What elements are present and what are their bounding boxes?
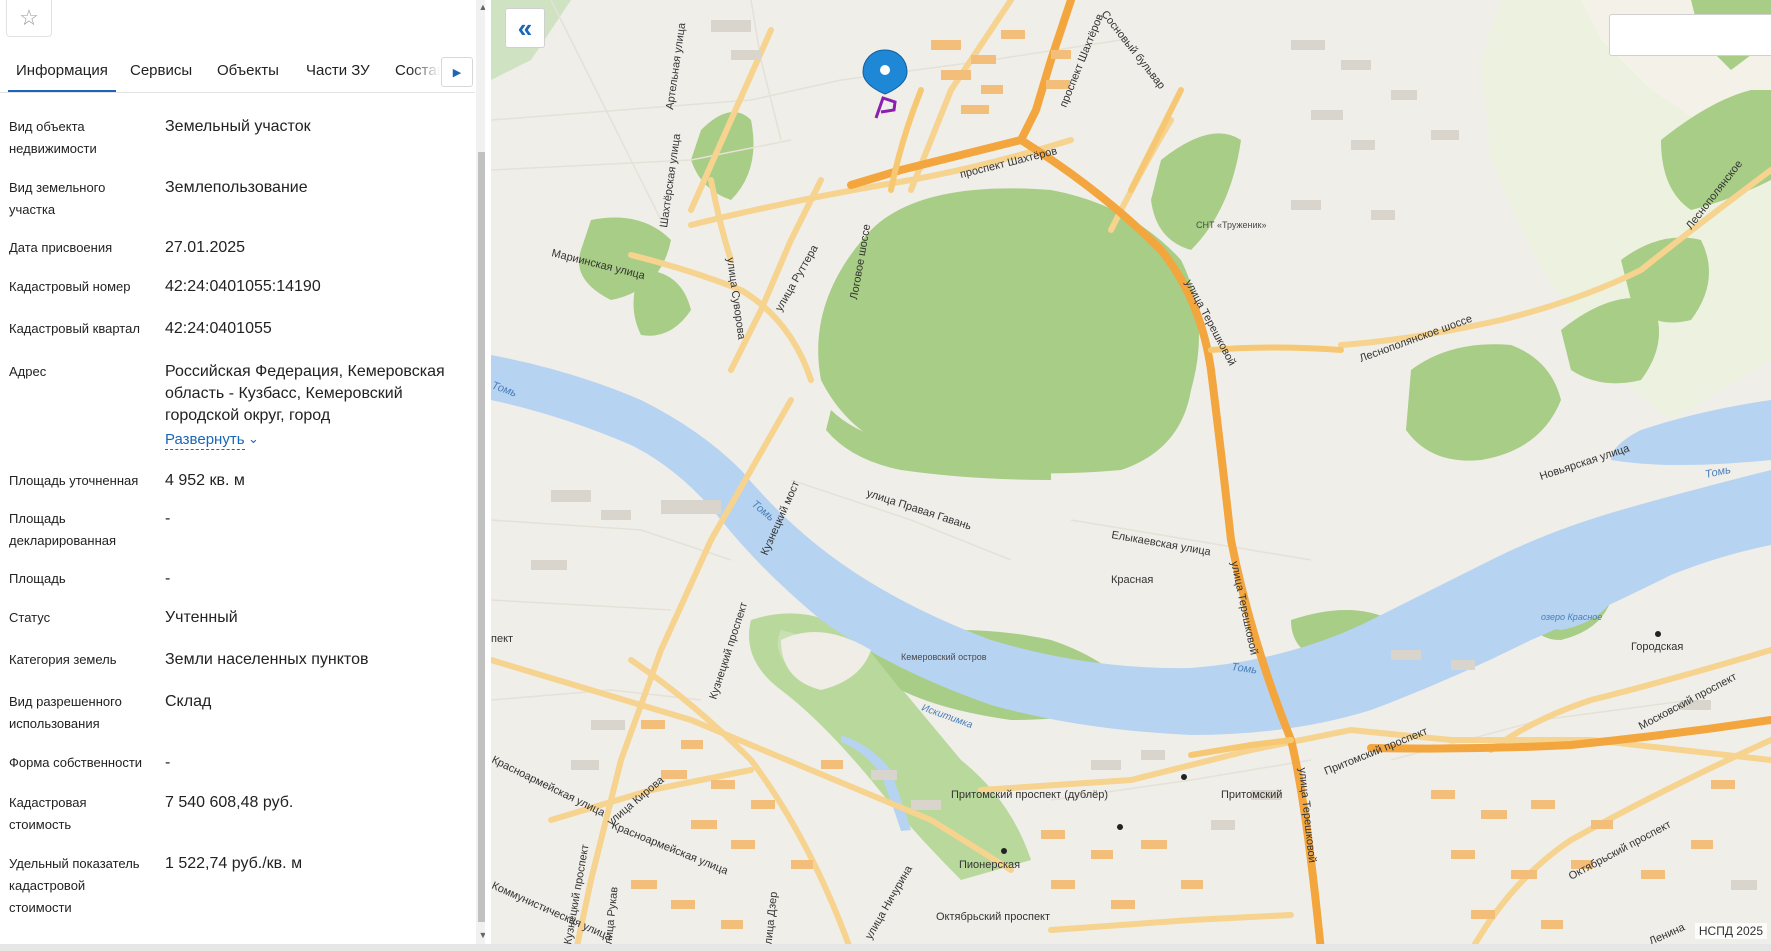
info-value: Землепользование xyxy=(165,179,308,196)
svg-text:пект: пект xyxy=(491,633,513,645)
info-label: Кадастровый номер xyxy=(9,279,131,294)
tab-bar: Информация Сервисы Объекты Части ЗУ Сост… xyxy=(0,52,475,93)
info-value: 4 952 кв. м xyxy=(165,472,245,489)
map-canvas[interactable]: проспект Шахтёров проспект Шахтёров Сосн… xyxy=(491,0,1771,951)
favorite-button[interactable]: ☆ xyxy=(6,0,52,37)
double-chevron-left-icon: « xyxy=(517,13,533,43)
info-label: Форма собственности xyxy=(9,755,143,770)
info-value: 27.01.2025 xyxy=(165,239,246,256)
map-attribution: НСПД 2025 xyxy=(1694,923,1767,939)
info-label: Площадь xyxy=(9,571,66,586)
tab-land-parts[interactable]: Части ЗУ xyxy=(306,52,370,90)
info-value: Учтенный xyxy=(165,609,238,626)
svg-text:Октябрьский проспект: Октябрьский проспект xyxy=(936,911,1050,923)
info-label: Статус xyxy=(9,610,51,625)
info-value: - xyxy=(165,754,171,771)
info-label: Адрес xyxy=(9,364,47,379)
info-label: Площадь декларированная xyxy=(9,511,117,548)
svg-text:Пионерская: Пионерская xyxy=(959,859,1020,871)
svg-text:СНТ «Труженик»: СНТ «Труженик» xyxy=(1196,220,1266,230)
scrollbar-thumb[interactable] xyxy=(478,152,485,922)
scroll-down-icon[interactable]: ▼ xyxy=(476,928,485,942)
info-label: Удельный показатель кадастровой стоимост… xyxy=(9,856,140,915)
info-label: Вид земельного участка xyxy=(9,180,106,217)
collapse-panel-button[interactable]: « xyxy=(505,8,545,48)
star-icon: ☆ xyxy=(19,5,39,30)
info-label: Вид объекта недвижимости xyxy=(9,119,97,156)
chevron-right-icon: ▶ xyxy=(452,66,462,79)
svg-text:Притомский проспект (дублёр): Притомский проспект (дублёр) xyxy=(951,789,1108,801)
svg-text:Красная: Красная xyxy=(1111,574,1153,586)
panel-scrollbar[interactable]: ▲ ▼ xyxy=(476,0,485,951)
info-panel: ☆ Информация Сервисы Объекты Части ЗУ Со… xyxy=(0,0,485,951)
info-value: 42:24:0401055:14190 xyxy=(165,278,321,295)
tabs-scroll-right-button[interactable]: ▶ xyxy=(441,57,473,87)
info-value: Склад xyxy=(165,693,212,710)
tab-objects[interactable]: Объекты xyxy=(217,52,279,90)
svg-text:Притомский: Притомский xyxy=(1221,789,1282,801)
svg-text:Городская: Городская xyxy=(1631,641,1683,653)
info-label: Дата присвоения xyxy=(9,240,113,255)
info-label: Вид разрешенного использования xyxy=(9,694,122,731)
chevron-down-icon[interactable]: ⌄ xyxy=(248,431,259,447)
info-value: 1 522,74 руб./кв. м xyxy=(165,855,303,872)
info-value: 42:24:0401055 xyxy=(165,320,272,337)
info-value: Российская Федерация, Кемеровская област… xyxy=(165,363,445,424)
info-label: Категория земель xyxy=(9,652,117,667)
bottom-strip xyxy=(0,944,1771,951)
info-label: Кадастровый квартал xyxy=(9,321,140,336)
address-expand-link[interactable]: Развернуть xyxy=(165,431,245,450)
map-view[interactable]: проспект Шахтёров проспект Шахтёров Сосн… xyxy=(491,0,1771,951)
tab-information[interactable]: Информация xyxy=(8,52,116,92)
tab-services[interactable]: Сервисы xyxy=(130,52,192,90)
map-search-input[interactable] xyxy=(1609,14,1771,56)
tabs-fade xyxy=(410,52,440,90)
info-label: Площадь уточненная xyxy=(9,473,139,488)
info-value: Земельный участок xyxy=(165,118,311,135)
info-value: - xyxy=(165,510,171,527)
svg-text:озеро Красное: озеро Красное xyxy=(1541,612,1602,622)
info-value: - xyxy=(165,570,171,587)
svg-text:Кемеровский остров: Кемеровский остров xyxy=(901,652,987,662)
scroll-up-icon[interactable]: ▲ xyxy=(476,0,485,14)
info-value: Земли населенных пунктов xyxy=(165,651,369,668)
info-value: 7 540 608,48 руб. xyxy=(165,794,294,811)
info-label: Кадастровая стоимость xyxy=(9,795,87,832)
